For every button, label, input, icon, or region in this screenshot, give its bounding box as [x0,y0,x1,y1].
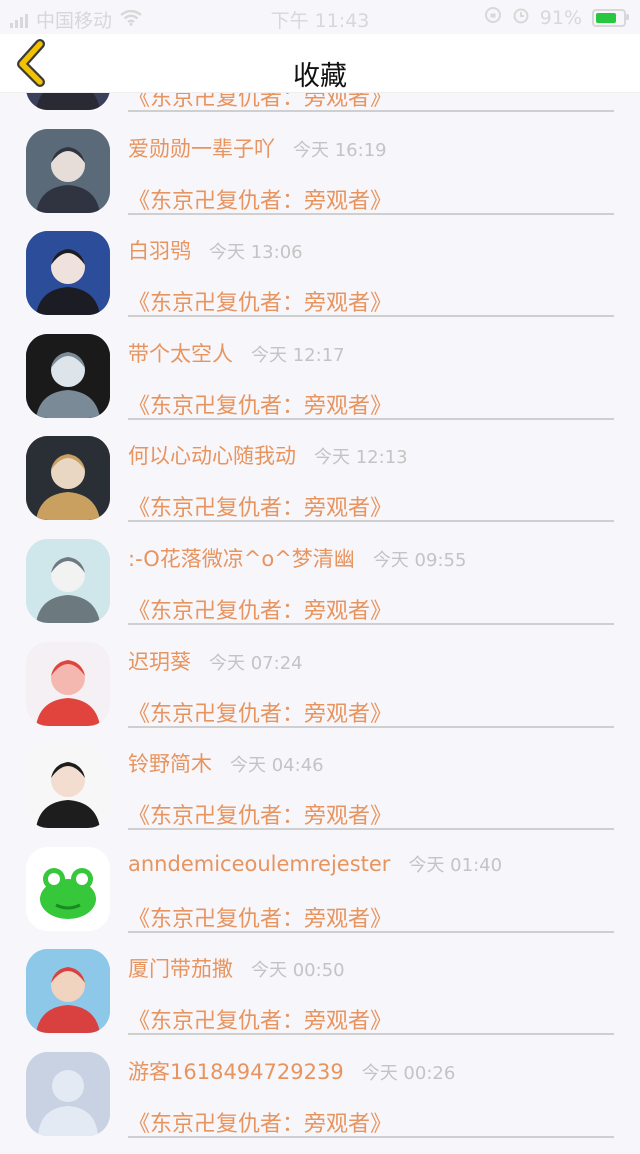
username-line: 游客1618494729239 今天 00:26 [128,1056,455,1086]
work-title-link[interactable]: 《东京卍复仇者：旁观者》 [128,490,392,522]
username-line: :-O花落微凉^o^梦清幽 今天 09:55 [128,543,466,573]
username[interactable]: :-O花落微凉^o^梦清幽 [128,547,355,571]
username[interactable]: 带个太空人 [128,342,233,366]
username-line: 带个太空人 今天 12:17 [128,338,345,368]
work-title-link[interactable]: 《东京卍复仇者：旁观者》 [128,1106,392,1138]
user-avatar[interactable] [26,231,110,316]
timestamp: 今天 01:40 [408,854,503,876]
page-title: 收藏 [293,61,347,92]
alarm-icon [512,6,530,29]
timestamp: 今天 00:50 [251,960,345,982]
username[interactable]: 迟玥葵 [128,650,191,674]
timestamp: 今天 09:55 [372,550,467,571]
username-line: 何以心动心随我动 今天 12:13 [128,440,408,470]
nav-bar: 收藏 [0,34,640,93]
favorite-row[interactable]: 迟玥葵 今天 07:24 《东京卍复仇者：旁观者》 [0,641,640,744]
timestamp: 今天 13:06 [209,242,303,264]
divider [128,315,614,318]
favorite-row[interactable]: 爱勋勋一辈子吖 今天 16:19 《东京卍复仇者：旁观者》 [0,128,640,231]
user-avatar[interactable] [26,1052,110,1136]
timestamp: 今天 12:13 [314,447,408,469]
timestamp: 今天 07:24 [209,652,303,674]
user-avatar[interactable] [26,846,110,931]
status-right: 91% [484,6,629,29]
favorite-row[interactable]: 何以心动心随我动 今天 12:13 《东京卍复仇者：旁观者》 [0,436,640,538]
divider [128,212,614,215]
timestamp: 今天 16:19 [293,139,387,161]
favorite-row[interactable]: 带个太空人 今天 12:17 《东京卍复仇者：旁观者》 [0,333,640,436]
status-bar: 中国移动 下午 11:43 91% [0,0,640,34]
divider [128,417,614,420]
timestamp: 今天 12:17 [251,344,345,366]
work-title-link[interactable]: 《东京卍复仇者：旁观者》 [128,696,392,728]
work-title-link[interactable]: 《东京卍复仇者：旁观者》 [128,1003,392,1035]
favorite-row[interactable]: anndemiceoulemrejester 今天 01:40 《东京卍复仇者：旁观… [0,846,640,949]
user-avatar[interactable] [26,436,110,521]
username-line: anndemiceoulemrejester 今天 01:40 [128,851,502,877]
username[interactable]: 铃野简木 [128,752,212,776]
favorite-row[interactable]: 白羽鸮 今天 13:06 《东京卍复仇者：旁观者》 [0,231,640,333]
username[interactable]: 厦门带茄撒 [128,957,233,981]
favorite-row[interactable]: 厦门带茄撒 今天 00:50 《东京卍复仇者：旁观者》 [0,949,640,1051]
username-line: 厦门带茄撒 今天 00:50 [128,953,345,983]
work-title-link[interactable]: 《东京卍复仇者：旁观者》 [128,798,392,830]
divider [128,110,614,112]
favorite-row[interactable]: :-O花落微凉^o^梦清幽 今天 09:55 《东京卍复仇者：旁观者》 [0,539,640,641]
user-avatar[interactable] [26,744,110,829]
user-avatar[interactable] [26,333,110,418]
username[interactable]: 爱勋勋一辈子吖 [128,137,275,161]
work-title-link[interactable]: 《东京卍复仇者：旁观者》 [128,285,392,317]
divider [128,1033,614,1036]
work-title-link[interactable]: 《东京卍复仇者：旁观者》 [128,388,392,420]
username-line: 爱勋勋一辈子吖 今天 16:19 [128,133,387,163]
work-title-link[interactable]: 《东京卍复仇者：旁观者》 [128,593,392,625]
timestamp: 今天 00:26 [361,1063,456,1084]
username-line: 迟玥葵 今天 07:24 [128,646,303,676]
work-title-link[interactable]: 《东京卍复仇者：旁观者》 [128,183,392,215]
user-avatar[interactable] [26,539,110,623]
divider [128,1136,614,1138]
divider [128,520,614,523]
username-line: 白羽鸮 今天 13:06 [128,235,303,265]
rotation-lock-icon [484,6,502,29]
divider [128,725,614,728]
divider [128,930,614,933]
divider [128,828,614,831]
battery-icon [592,8,629,27]
user-avatar[interactable] [26,949,110,1034]
username-line: 铃野简木 今天 04:46 [128,748,324,778]
username[interactable]: 游客1618494729239 [128,1060,344,1084]
timestamp: 今天 04:46 [230,755,324,777]
battery-percent: 91% [539,6,582,29]
username[interactable]: 白羽鸮 [128,239,191,263]
user-avatar[interactable] [26,641,110,726]
username[interactable]: 何以心动心随我动 [128,444,296,468]
divider [128,623,614,625]
work-title-link[interactable]: 《东京卍复仇者：旁观者》 [128,901,392,933]
user-avatar[interactable] [26,128,110,213]
favorite-row[interactable]: 铃野简木 今天 04:46 《东京卍复仇者：旁观者》 [0,744,640,846]
username[interactable]: anndemiceoulemrejester [128,852,390,876]
